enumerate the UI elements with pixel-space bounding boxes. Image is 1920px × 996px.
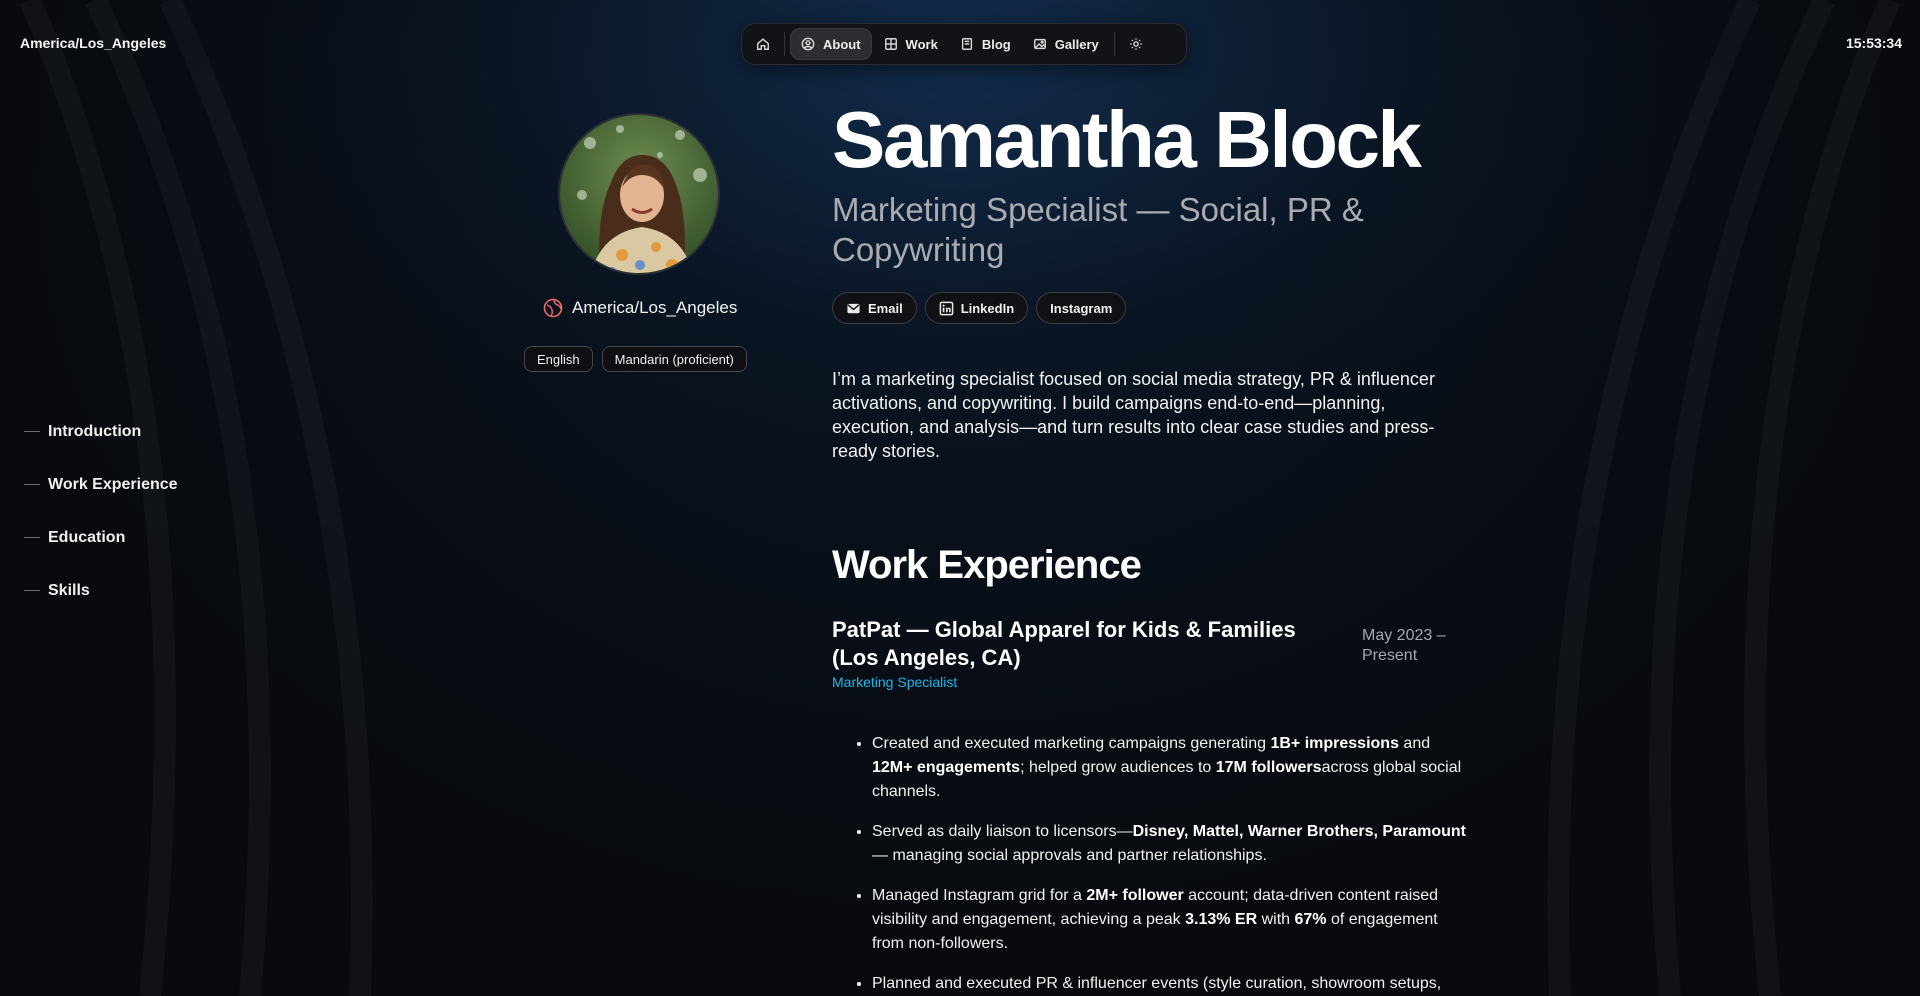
bullet-highlight: Disney, Mattel, Warner Brothers, Paramou… [1132,823,1466,840]
mail-icon [847,303,860,313]
intro-paragraph: I’m a marketing specialist focused on so… [832,369,1435,461]
toc-label: Work Experience [48,475,178,493]
sun-icon [1130,38,1142,50]
avatar [558,113,720,275]
toc-label: Introduction [48,422,142,440]
page: America/Los_Angeles 15:53:34 About Work … [0,0,1920,996]
page-title: Samantha Block [832,95,1422,184]
timezone-label: America/Los_Angeles [20,35,167,51]
globe-icon [543,298,563,318]
bullet-item: Managed Instagram grid for a 2M+ followe… [872,884,1472,956]
nav-about[interactable]: About [790,28,872,60]
toc-label: Education [48,528,126,546]
home-button[interactable] [747,28,779,60]
bullet-highlight: 3.13% ER [1185,911,1258,928]
bullet-item: Planned and executed PR & influencer eve… [872,972,1472,996]
email-link[interactable]: Email [832,292,917,324]
instagram-link[interactable]: Instagram [1036,292,1127,324]
company-name: PatPat — Global Apparel for Kids & Famil… [832,617,1296,670]
job-header: PatPat — Global Apparel for Kids & Famil… [832,616,1472,690]
bullet-highlight: 2M+ follower [1086,887,1184,904]
book-icon [961,38,972,50]
linkedin-link[interactable]: LinkedIn [924,292,1029,324]
nav-divider [784,32,785,56]
linkedin-link-label: LinkedIn [960,300,1015,316]
nav-work-label: Work [905,36,938,52]
grid-icon [884,38,897,50]
bullet-item: Created and executed marketing campaigns… [872,732,1472,804]
bullet-text: Planned and executed PR & influencer eve… [872,975,1442,992]
language-tags: English Mandarin (proficient) [524,346,747,372]
bullet-text: Created and executed marketing campaigns… [872,735,1271,752]
main-content: Samantha Block Marketing Specialist — So… [832,100,1472,996]
nav-gallery[interactable]: Gallery [1023,28,1109,60]
toc-dash [24,484,40,485]
bullet-item: Served as daily liaison to licensors—Dis… [872,820,1472,868]
toc-introduction[interactable]: Introduction [24,405,178,458]
bullet-text: and [1398,735,1431,752]
table-of-contents: Introduction Work Experience Education S… [24,405,178,617]
instagram-link-label: Instagram [1050,300,1113,316]
avatar-photo [560,115,718,273]
nav-about-label: About [823,36,861,52]
nav-gallery-label: Gallery [1054,36,1099,52]
nav-divider [1113,32,1115,56]
bullet-highlight: 67% [1294,911,1327,928]
email-link-label: Email [868,300,903,316]
language-tag: English [524,346,593,372]
job-title-block: PatPat — Global Apparel for Kids & Famil… [832,616,1342,690]
nav-blog-label: Blog [981,36,1011,52]
toc-education[interactable]: Education [24,511,178,564]
location: America/Los_Angeles [543,298,737,318]
work-experience-heading: Work Experience [832,543,1142,587]
toc-work-experience[interactable]: Work Experience [24,458,178,511]
linkedin-icon [939,301,954,315]
social-links: Email LinkedIn Instagram [832,292,1472,324]
toc-dash [24,431,40,432]
bullet-text: Served as daily liaison to licensors— [872,823,1133,840]
location-label: America/Los_Angeles [572,298,738,317]
bullet-text: with [1257,911,1295,928]
home-icon [757,38,769,50]
language-tag: Mandarin (proficient) [601,346,747,372]
nav-blog[interactable]: Blog [950,28,1021,60]
job-role: Marketing Specialist [832,674,958,690]
toc-dash [24,590,40,591]
clock: 15:53:34 [1845,35,1902,51]
bullet-text: Managed Instagram grid for a [872,887,1087,904]
person-circle-icon [801,37,815,51]
toc-dash [24,537,40,538]
bullet-highlight: 12M+ engagements [872,759,1021,776]
bullet-highlight: 1B+ impressions [1270,735,1399,752]
theme-toggle-button[interactable] [1120,28,1152,60]
bullet-text: ; helped grow audiences to [1020,759,1216,776]
toc-label: Skills [48,581,90,599]
job-bullets: Created and executed marketing campaigns… [832,732,1472,996]
image-icon [1033,38,1046,50]
nav-work[interactable]: Work [874,28,948,60]
toc-skills[interactable]: Skills [24,564,178,617]
top-nav: About Work Blog Gallery [741,23,1187,65]
bullet-highlight: 17M followers [1215,759,1322,776]
bullet-text: — managing social approvals and partner … [872,847,1267,864]
subtitle: Marketing Specialist — Social, PR & Copy… [832,191,1364,268]
job-dates: May 2023 – Present [1362,627,1446,664]
